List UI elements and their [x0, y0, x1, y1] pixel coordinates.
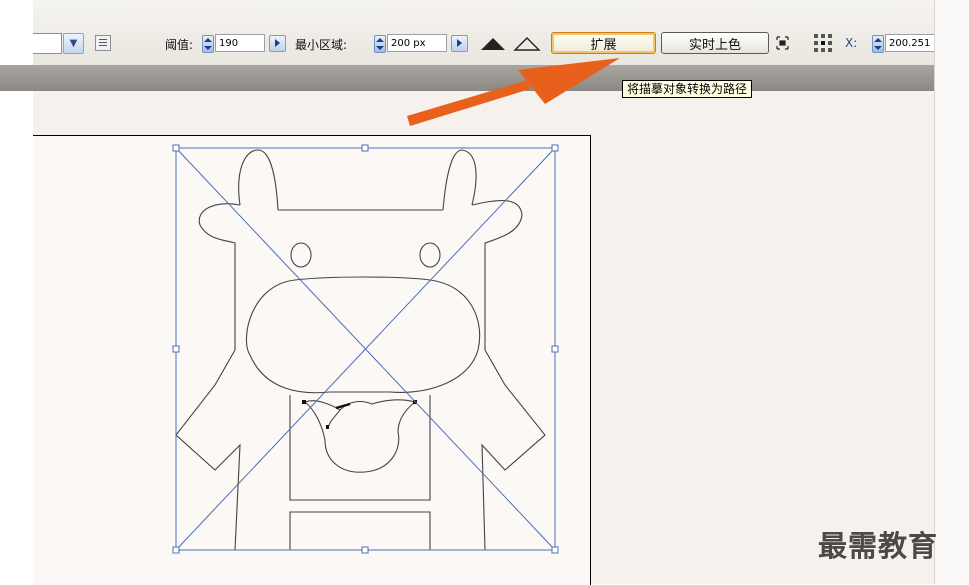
artwork-layer: [172, 58, 620, 554]
watermark: 最需教育: [818, 529, 939, 563]
cow-outline: [175, 149, 546, 551]
tooltip: 将描摹对象转换为路径: [622, 80, 753, 98]
annotation-arrow-icon: [407, 58, 620, 126]
path-anchors: [302, 400, 417, 429]
selection-box: [175, 147, 556, 551]
